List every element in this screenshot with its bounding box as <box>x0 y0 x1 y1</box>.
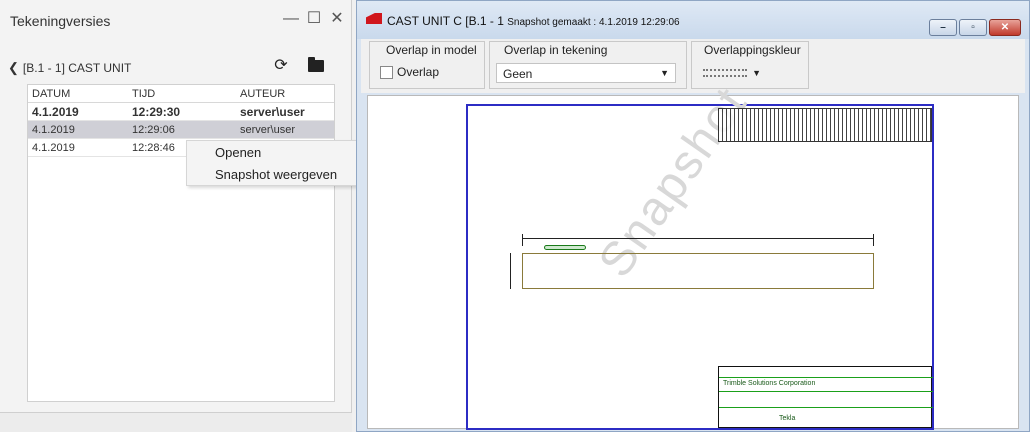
breadcrumb[interactable]: ❮ [B.1 - 1] CAST UNIT <box>8 60 131 76</box>
overlap-model-group: Overlap in model Overlap <box>369 41 485 89</box>
chevron-down-icon: ▼ <box>660 68 669 78</box>
versions-table: DATUM TIJD AUTEUR 4.1.2019 12:29:30 serv… <box>27 84 335 402</box>
overlap-drawing-group: Overlap in tekening Geen ▼ <box>489 41 687 89</box>
overlap-drawing-select[interactable]: Geen ▼ <box>496 63 676 83</box>
drawing-sheet: Snapshot Trimble Solutions Corporation T… <box>466 77 934 430</box>
drawing-versions-panel: Tekeningversies — ☐ ✕ ❮ [B.1 - 1] CAST UN… <box>0 0 366 432</box>
part-mark <box>544 245 586 250</box>
window-title: CAST UNIT C [B.1 - 1 Snapshot gemaakt : … <box>387 14 680 28</box>
window-titlebar[interactable]: CAST UNIT C [B.1 - 1 Snapshot gemaakt : … <box>357 1 1029 39</box>
minimize-button[interactable]: – <box>929 19 957 36</box>
window-title-snapshot: Snapshot gemaakt : 4.1.2019 12:29:06 <box>507 17 680 28</box>
chevron-down-icon: ▼ <box>752 68 761 78</box>
column-header-date[interactable]: DATUM <box>32 88 70 100</box>
overlap-drawing-value: Geen <box>503 67 533 81</box>
menu-item-show-snapshot[interactable]: Snapshot weergeven <box>215 167 337 182</box>
close-button[interactable]: ✕ <box>989 19 1021 36</box>
overlap-checkbox[interactable] <box>380 66 393 79</box>
maximize-icon: ▫ <box>971 22 975 33</box>
brand-name: Tekla <box>779 415 796 422</box>
table-row-selected[interactable]: 4.1.2019 12:29:06 server\user <box>28 121 334 139</box>
table-row[interactable]: 4.1.2019 12:29:30 server\user <box>28 103 334 121</box>
folder-icon[interactable] <box>308 57 324 72</box>
dimension-line <box>522 238 874 239</box>
row-date: 4.1.2019 <box>32 124 75 136</box>
overlap-checkbox-label[interactable]: Overlap <box>397 65 439 79</box>
breadcrumb-label: [B.1 - 1] CAST UNIT <box>22 61 132 75</box>
maximize-icon[interactable]: ☐ <box>305 10 323 28</box>
overlap-model-label: Overlap in model <box>386 43 477 57</box>
refresh-icon[interactable]: ⟳ <box>272 57 290 75</box>
drawing-canvas[interactable]: Snapshot Trimble Solutions Corporation T… <box>367 77 1019 430</box>
panel-header: Tekeningversies — ☐ ✕ <box>0 0 352 40</box>
row-author: server\user <box>240 124 296 136</box>
title-block-divider <box>719 407 933 408</box>
vertical-dimension <box>510 253 511 289</box>
column-header-time[interactable]: TIJD <box>132 88 155 100</box>
row-time: 12:28:46 <box>132 142 175 154</box>
row-time: 12:29:30 <box>132 105 181 119</box>
close-icon: ✕ <box>1000 22 1010 33</box>
beam-outline <box>522 253 874 289</box>
row-date: 4.1.2019 <box>32 142 75 154</box>
title-block: Trimble Solutions Corporation Tekla <box>718 366 933 428</box>
minimize-icon[interactable]: — <box>282 10 300 28</box>
table-header: DATUM TIJD AUTEUR <box>28 85 334 103</box>
chevron-left-icon[interactable]: ❮ <box>8 60 19 75</box>
maximize-button[interactable]: ▫ <box>959 19 987 36</box>
color-swatch <box>703 69 747 77</box>
overlap-color-label: Overlappingskleur <box>704 43 801 57</box>
overlap-toolbar: Overlap in model Overlap Overlap in teke… <box>361 39 1025 93</box>
column-header-author[interactable]: AUTEUR <box>240 88 285 100</box>
window-title-main: CAST UNIT C [B.1 - 1 <box>387 14 504 28</box>
title-block-divider <box>719 377 933 378</box>
panel-title: Tekeningversies <box>10 13 111 29</box>
app-icon <box>366 13 382 24</box>
drawing-window: CAST UNIT C [B.1 - 1 Snapshot gemaakt : … <box>356 0 1030 432</box>
menu-item-open[interactable]: Openen <box>215 145 261 160</box>
company-name: Trimble Solutions Corporation <box>723 380 816 387</box>
overlap-drawing-label: Overlap in tekening <box>504 43 608 57</box>
panel-footer <box>0 412 352 432</box>
row-date: 4.1.2019 <box>32 105 79 119</box>
revision-table <box>718 108 932 142</box>
row-author: server\user <box>240 105 305 119</box>
dimension-tick <box>873 234 874 246</box>
close-icon[interactable]: ✕ <box>328 10 346 28</box>
row-time: 12:29:06 <box>132 124 175 136</box>
minimize-icon: – <box>940 22 946 33</box>
dimension-tick <box>522 234 523 246</box>
context-menu: Openen Snapshot weergeven <box>186 140 366 186</box>
title-block-divider <box>719 391 933 392</box>
